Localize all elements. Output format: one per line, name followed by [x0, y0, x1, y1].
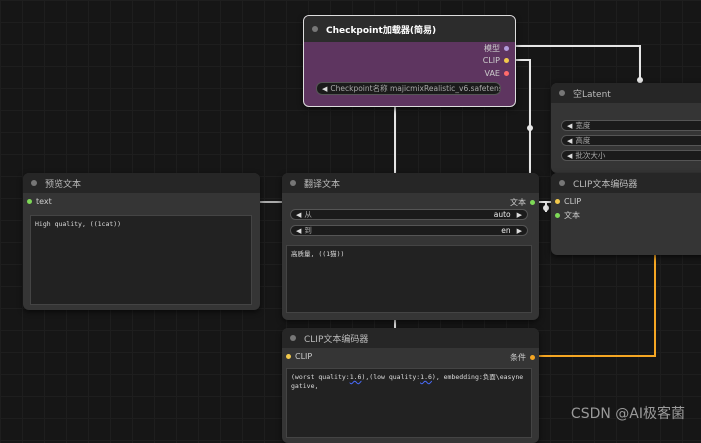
from-label: 从 [304, 210, 312, 219]
clip-neg-textarea[interactable]: (worst quality:1.6),(low quality:1.6), e… [286, 368, 532, 438]
arrow-left-icon[interactable]: ◀ [322, 85, 327, 93]
output-vae[interactable]: VAE [484, 69, 509, 78]
output-conditioning-label: 条件 [510, 353, 526, 362]
input-text-label: 文本 [564, 211, 580, 220]
ckpt-name-combo[interactable]: ◀ Checkpoint名称 majicmixRealistic_v6.safe… [316, 82, 501, 95]
latent-header[interactable]: 空Latent [551, 83, 701, 103]
translate-text-node[interactable]: 翻译文本 文本 ◀ 从 auto ▶ ◀ 到 en ▶ 高质量, ((1猫)) [282, 173, 539, 320]
clip-neg-title: CLIP文本编码器 [304, 334, 369, 345]
conditioning-pin-icon[interactable] [530, 355, 535, 360]
output-conditioning[interactable]: 条件 [510, 352, 535, 363]
width-widget[interactable]: ◀ 宽度 [561, 120, 701, 131]
output-clip-label: CLIP [482, 56, 500, 65]
from-value: auto [493, 210, 511, 219]
wire-conditioning [535, 255, 656, 357]
collapse-dot-icon[interactable] [559, 180, 565, 186]
collapse-dot-icon[interactable] [312, 26, 318, 32]
empty-latent-node[interactable]: 空Latent ◀ 宽度 ◀ 高度 ◀ 批次大小 [551, 83, 701, 173]
to-lang-combo[interactable]: ◀ 到 en ▶ [290, 225, 528, 236]
input-clip[interactable]: CLIP [286, 352, 312, 361]
vae-pin-icon[interactable] [504, 71, 509, 76]
arrow-left-icon[interactable]: ◀ [567, 122, 572, 130]
input-text[interactable]: text [27, 197, 52, 206]
neg-text-weight: 1.6 [420, 373, 432, 381]
output-model-label: 模型 [484, 44, 500, 53]
collapse-dot-icon[interactable] [31, 180, 37, 186]
arrow-right-icon[interactable]: ▶ [517, 211, 522, 219]
watermark: CSDN @AI极客菌 [570, 406, 685, 422]
input-clip-label: CLIP [295, 352, 313, 361]
input-clip-label: CLIP [564, 197, 582, 206]
checkpoint-title: Checkpoint加载器(简易) [326, 25, 437, 36]
clip-pin-icon[interactable] [504, 58, 509, 63]
arrow-left-icon[interactable]: ◀ [567, 137, 572, 145]
string-pin-icon[interactable] [555, 213, 560, 218]
to-value: en [501, 226, 511, 235]
string-pin-icon[interactable] [27, 199, 32, 204]
wire-model [504, 45, 641, 80]
translate-textarea[interactable]: 高质量, ((1猫)) [286, 245, 532, 313]
string-pin-icon[interactable] [530, 200, 535, 205]
clip-pos-title: CLIP文本编码器 [573, 179, 638, 190]
ckpt-name-value: Checkpoint名称 majicmixRealistic_v6.safete… [330, 84, 501, 93]
preview-title: 预览文本 [45, 179, 82, 190]
arrow-left-icon[interactable]: ◀ [567, 152, 572, 160]
checkpoint-header[interactable]: Checkpoint加载器(简易) [304, 16, 515, 42]
batch-label: 批次大小 [575, 151, 606, 160]
output-clip[interactable]: CLIP [483, 56, 509, 65]
output-text-label: 文本 [510, 198, 526, 207]
input-clip[interactable]: CLIP [555, 197, 581, 206]
preview-header[interactable]: 预览文本 [23, 173, 260, 193]
neg-text-part: (worst quality: [291, 373, 350, 381]
collapse-dot-icon[interactable] [290, 335, 296, 341]
arrow-left-icon[interactable]: ◀ [296, 211, 301, 219]
arrow-left-icon[interactable]: ◀ [296, 227, 301, 235]
from-lang-combo[interactable]: ◀ 从 auto ▶ [290, 209, 528, 220]
input-text[interactable]: 文本 [555, 210, 580, 221]
neg-text-part: ),(low quality: [361, 373, 421, 381]
preview-textarea[interactable]: High quality, ((1cat)) [30, 215, 252, 305]
collapse-dot-icon[interactable] [290, 180, 296, 186]
batch-widget[interactable]: ◀ 批次大小 [561, 150, 701, 161]
arrow-right-icon[interactable]: ▶ [517, 227, 522, 235]
latent-title: 空Latent [573, 89, 611, 100]
output-vae-label: VAE [484, 69, 501, 78]
clip-encode-negative-node[interactable]: CLIP文本编码器 CLIP 条件 (worst quality:1.6),(l… [282, 328, 539, 443]
clip-encode-positive-node[interactable]: CLIP文本编码器 CLIP 文本 [551, 173, 701, 255]
wire-reroute-dot-2 [527, 125, 533, 131]
clip-pin-icon[interactable] [555, 199, 560, 204]
collapse-dot-icon[interactable] [559, 90, 565, 96]
clip-neg-header[interactable]: CLIP文本编码器 [282, 328, 539, 348]
checkpoint-loader-node[interactable]: Checkpoint加载器(简易) 模型 CLIP VAE ◀ Checkpoi… [303, 15, 516, 107]
translate-header[interactable]: 翻译文本 [282, 173, 539, 193]
neg-text-weight: 1.6 [349, 373, 362, 381]
model-pin-icon[interactable] [504, 46, 509, 51]
translate-title: 翻译文本 [304, 179, 341, 190]
preview-text-node[interactable]: 预览文本 text High quality, ((1cat)) [23, 173, 260, 310]
height-label: 高度 [575, 136, 591, 145]
output-model[interactable]: 模型 [484, 43, 509, 54]
output-text[interactable]: 文本 [510, 197, 535, 208]
width-label: 宽度 [575, 121, 591, 130]
wire-hook-dot [543, 205, 549, 211]
input-text-label: text [36, 197, 52, 206]
clip-pin-icon[interactable] [286, 354, 291, 359]
to-label: 到 [304, 226, 312, 235]
height-widget[interactable]: ◀ 高度 [561, 135, 701, 146]
clip-pos-header[interactable]: CLIP文本编码器 [551, 173, 701, 193]
